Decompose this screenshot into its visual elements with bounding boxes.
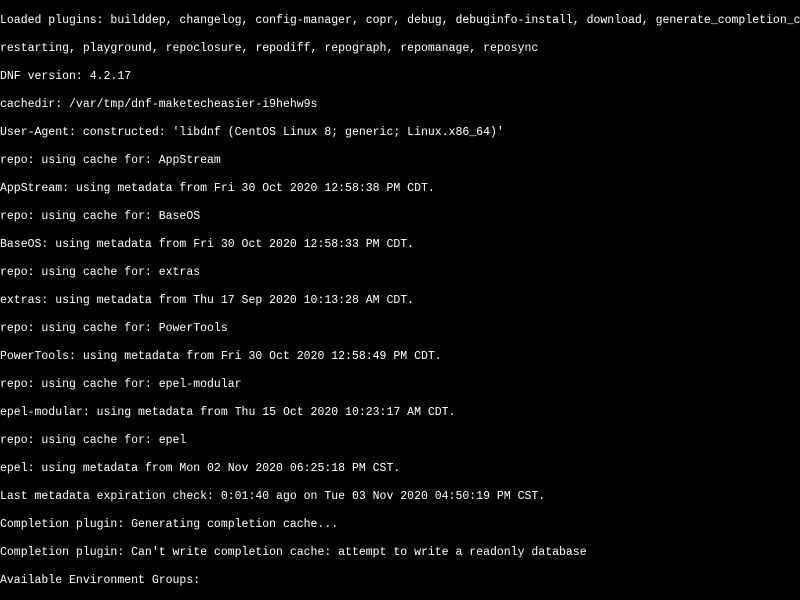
output-line: restarting, playground, repoclosure, rep… [0,42,800,56]
terminal-output: Loaded plugins: builddep, changelog, con… [0,0,800,600]
output-line: BaseOS: using metadata from Fri 30 Oct 2… [0,238,800,252]
output-line: epel-modular: using metadata from Thu 15… [0,406,800,420]
output-line: cachedir: /var/tmp/dnf-maketecheasier-i9… [0,98,800,112]
output-line: Completion plugin: Can't write completio… [0,546,800,560]
output-line: Loaded plugins: builddep, changelog, con… [0,14,800,28]
output-line: AppStream: using metadata from Fri 30 Oc… [0,182,800,196]
output-line: Completion plugin: Generating completion… [0,518,800,532]
output-line: repo: using cache for: epel [0,434,800,448]
section-available-env-groups: Available Environment Groups: [0,574,800,588]
output-line: PowerTools: using metadata from Fri 30 O… [0,350,800,364]
output-line: repo: using cache for: AppStream [0,154,800,168]
output-line: repo: using cache for: extras [0,266,800,280]
output-line: repo: using cache for: PowerTools [0,322,800,336]
output-line: Last metadata expiration check: 0:01:40 … [0,490,800,504]
output-line: User-Agent: constructed: 'libdnf (CentOS… [0,126,800,140]
output-line: epel: using metadata from Mon 02 Nov 202… [0,462,800,476]
output-line: DNF version: 4.2.17 [0,70,800,84]
output-line: repo: using cache for: BaseOS [0,210,800,224]
output-line: extras: using metadata from Thu 17 Sep 2… [0,294,800,308]
output-line: repo: using cache for: epel-modular [0,378,800,392]
